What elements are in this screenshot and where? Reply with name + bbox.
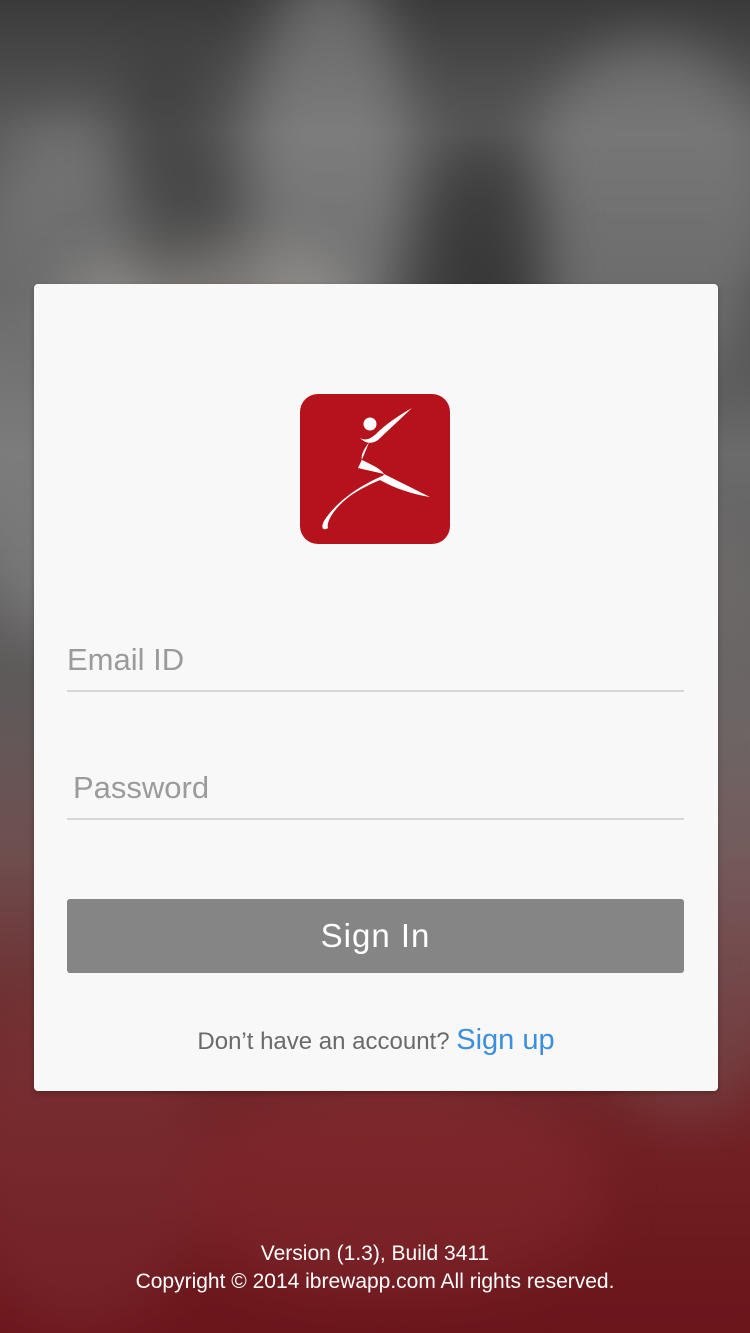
signup-row: Don’t have an account? Sign up bbox=[34, 1024, 718, 1057]
signup-prompt: Don’t have an account? bbox=[197, 1028, 457, 1055]
copyright-text: Copyright © 2014 ibrewapp.com All rights… bbox=[135, 1270, 615, 1293]
version-text: Version (1.3), Build 3411 bbox=[260, 1242, 490, 1265]
login-screen: Sign In Don’t have an account? Sign up V… bbox=[0, 0, 750, 1333]
sign-in-button[interactable]: Sign In bbox=[67, 899, 684, 973]
password-field bbox=[67, 758, 690, 820]
login-card: Sign In Don’t have an account? Sign up bbox=[34, 284, 718, 1091]
app-logo-icon bbox=[300, 394, 450, 544]
sign-up-link[interactable]: Sign up bbox=[456, 1024, 554, 1056]
email-input[interactable] bbox=[67, 630, 684, 690]
footer: Version (1.3), Build 3411 Copyright © 20… bbox=[0, 1240, 750, 1296]
password-input[interactable] bbox=[67, 758, 690, 818]
email-field bbox=[67, 630, 684, 692]
